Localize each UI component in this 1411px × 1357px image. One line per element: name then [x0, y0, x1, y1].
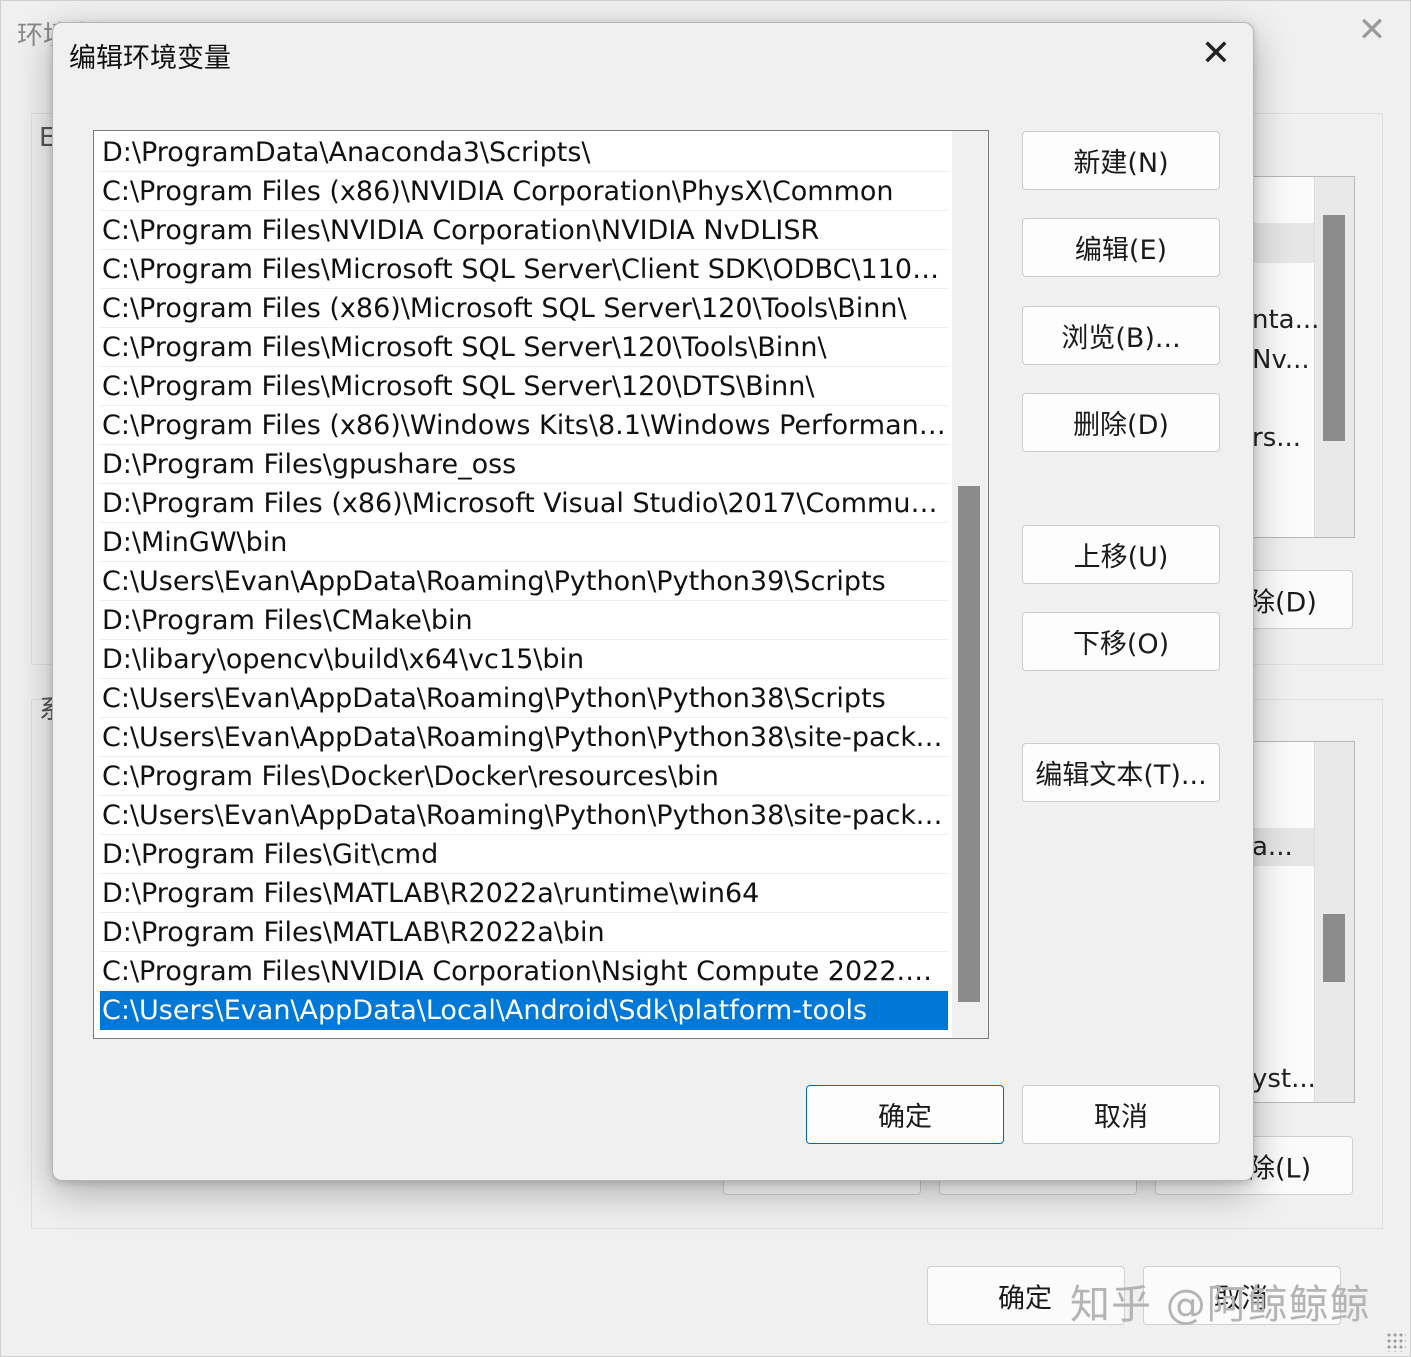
- path-list-item[interactable]: D:\Program Files\Git\cmd: [100, 835, 948, 874]
- edit-text-button[interactable]: 编辑文本(T)...: [1022, 743, 1220, 802]
- scrollbar-thumb[interactable]: [1323, 914, 1345, 982]
- edit-environment-variable-dialog: 编辑环境变量 ✕ D:\ProgramData\Anaconda3\Script…: [52, 22, 1254, 1181]
- path-list-item[interactable]: D:\Program Files\MATLAB\R2022a\runtime\w…: [100, 874, 948, 913]
- resize-grip-icon[interactable]: [1386, 1332, 1406, 1352]
- path-list-item[interactable]: C:\Program Files\Microsoft SQL Server\Cl…: [100, 250, 948, 289]
- path-list-item[interactable]: C:\Program Files (x86)\Microsoft SQL Ser…: [100, 289, 948, 328]
- move-up-button[interactable]: 上移(U): [1022, 525, 1220, 584]
- path-list-item[interactable]: D:\Program Files\gpushare_oss: [100, 445, 948, 484]
- browse-button[interactable]: 浏览(B)...: [1022, 306, 1220, 365]
- list-item-label: nta...: [1252, 305, 1320, 335]
- path-list-item[interactable]: D:\Program Files\MATLAB\R2022a\bin: [100, 913, 948, 952]
- path-list-item[interactable]: C:\Program Files (x86)\Windows Kits\8.1\…: [100, 406, 948, 445]
- path-list-item[interactable]: D:\MinGW\bin: [100, 523, 948, 562]
- list-item-label: a...: [1252, 832, 1293, 862]
- path-list-item[interactable]: C:\Program Files\Microsoft SQL Server\12…: [100, 367, 948, 406]
- path-list-item[interactable]: D:\libary\opencv\build\x64\vc15\bin: [100, 640, 948, 679]
- path-list-item[interactable]: C:\Users\Evan\AppData\Roaming\Python\Pyt…: [100, 679, 948, 718]
- dialog-title: 编辑环境变量: [69, 43, 231, 74]
- path-list-item[interactable]: C:\Program Files\NVIDIA Corporation\Nsig…: [100, 952, 948, 991]
- path-list-item[interactable]: C:\Program Files\Microsoft SQL Server\12…: [100, 328, 948, 367]
- list-item-label: rs...: [1252, 423, 1302, 453]
- path-list-item[interactable]: D:\Program Files\CMake\bin: [100, 601, 948, 640]
- watermark: 知乎 @阿鲸鲸鲸: [1070, 1282, 1371, 1328]
- scrollbar-thumb[interactable]: [958, 486, 980, 1002]
- new-button[interactable]: 新建(N): [1022, 131, 1220, 190]
- cancel-button[interactable]: 取消: [1022, 1085, 1220, 1144]
- list-item-label: yst...: [1252, 1064, 1316, 1094]
- path-list-item[interactable]: C:\Users\Evan\AppData\Roaming\Python\Pyt…: [100, 718, 948, 757]
- delete-button[interactable]: 删除(D): [1022, 393, 1220, 452]
- path-list[interactable]: D:\ProgramData\Anaconda3\Scripts\ C:\Prog…: [93, 130, 989, 1039]
- path-list-item[interactable]: D:\Program Files (x86)\Microsoft Visual …: [100, 484, 948, 523]
- path-list-item[interactable]: C:\Program Files (x86)\NVIDIA Corporatio…: [100, 172, 948, 211]
- path-list-item[interactable]: C:\Users\Evan\AppData\Roaming\Python\Pyt…: [100, 796, 948, 835]
- path-list-item[interactable]: C:\Program Files\NVIDIA Corporation\NVID…: [100, 211, 948, 250]
- scrollbar-thumb[interactable]: [1323, 215, 1345, 441]
- path-list-item[interactable]: C:\Users\Evan\AppData\Roaming\Python\Pyt…: [100, 562, 948, 601]
- close-icon[interactable]: ✕: [1195, 33, 1237, 75]
- edit-button[interactable]: 编辑(E): [1022, 218, 1220, 277]
- list-item-label: Nv...: [1252, 345, 1310, 375]
- close-icon[interactable]: ✕: [1351, 9, 1393, 51]
- move-down-button[interactable]: 下移(O): [1022, 612, 1220, 671]
- ok-button[interactable]: 确定: [806, 1085, 1004, 1144]
- path-list-item[interactable]: D:\ProgramData\Anaconda3\Scripts\: [100, 133, 948, 172]
- path-list-item[interactable]: C:\Program Files\Docker\Docker\resources…: [100, 757, 948, 796]
- path-list-item[interactable]: C:\Users\Evan\AppData\Local\Android\Sdk\…: [100, 991, 948, 1030]
